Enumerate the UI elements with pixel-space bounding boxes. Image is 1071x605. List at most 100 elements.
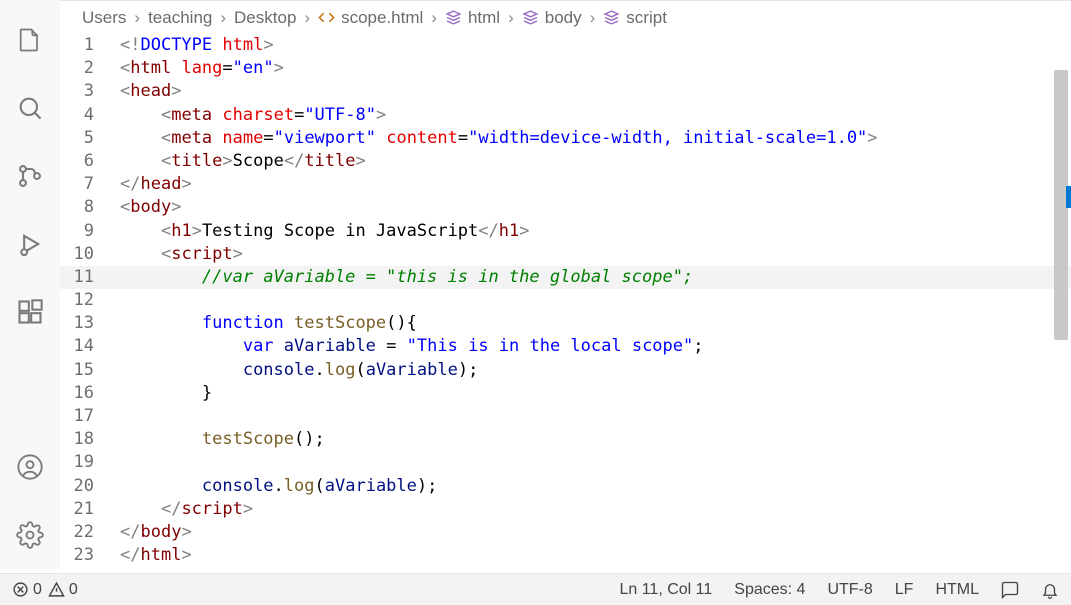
activity-bar xyxy=(0,0,60,569)
line-number: 12 xyxy=(60,289,120,312)
code-line[interactable]: 5 <meta name="viewport" content="width=d… xyxy=(60,127,1071,150)
debug-icon[interactable] xyxy=(8,222,52,266)
code-content: console.log(aVariable); xyxy=(120,475,437,498)
code-line[interactable]: 13 function testScope(){ xyxy=(60,312,1071,335)
line-number: 3 xyxy=(60,80,120,103)
code-line[interactable]: 19 xyxy=(60,451,1071,474)
code-content xyxy=(120,289,202,312)
breadcrumb-separator-icon: › xyxy=(304,8,310,28)
code-content: function testScope(){ xyxy=(120,312,417,335)
code-line[interactable]: 18 testScope(); xyxy=(60,428,1071,451)
line-number: 19 xyxy=(60,451,120,474)
code-content: <head> xyxy=(120,80,181,103)
encoding[interactable]: UTF-8 xyxy=(827,581,872,599)
line-number: 2 xyxy=(60,57,120,80)
code-line[interactable]: 9 <h1>Testing Scope in JavaScript</h1> xyxy=(60,220,1071,243)
code-content: <h1>Testing Scope in JavaScript</h1> xyxy=(120,220,530,243)
code-content: <body> xyxy=(120,196,181,219)
line-number: 5 xyxy=(60,127,120,150)
code-line[interactable]: 15 console.log(aVariable); xyxy=(60,359,1071,382)
code-editor[interactable]: 1<!DOCTYPE html>2<html lang="en">3<head>… xyxy=(60,34,1071,569)
search-icon[interactable] xyxy=(8,86,52,130)
line-number: 8 xyxy=(60,196,120,219)
problems-warnings[interactable]: 0 xyxy=(48,581,78,599)
line-number: 6 xyxy=(60,150,120,173)
breadcrumb-label: script xyxy=(626,8,667,28)
line-number: 4 xyxy=(60,104,120,127)
code-content: </html> xyxy=(120,544,192,567)
code-content: //var aVariable = "this is in the global… xyxy=(120,266,693,289)
code-line[interactable]: 20 console.log(aVariable); xyxy=(60,475,1071,498)
line-number: 7 xyxy=(60,173,120,196)
breadcrumb-separator-icon: › xyxy=(590,8,596,28)
code-line[interactable]: 22</body> xyxy=(60,521,1071,544)
line-number: 16 xyxy=(60,382,120,405)
breadcrumb-label: Desktop xyxy=(234,8,296,28)
overview-ruler-marker xyxy=(1066,186,1071,208)
code-line[interactable]: 4 <meta charset="UTF-8"> xyxy=(60,104,1071,127)
extensions-icon[interactable] xyxy=(8,290,52,334)
code-line[interactable]: 10 <script> xyxy=(60,243,1071,266)
code-line[interactable]: 21 </script> xyxy=(60,498,1071,521)
accounts-icon[interactable] xyxy=(8,445,52,489)
line-number: 15 xyxy=(60,359,120,382)
line-number: 21 xyxy=(60,498,120,521)
code-line[interactable]: 8<body> xyxy=(60,196,1071,219)
breadcrumb-item[interactable]: script xyxy=(603,8,667,28)
code-content: testScope(); xyxy=(120,428,325,451)
indentation[interactable]: Spaces: 4 xyxy=(734,581,805,599)
code-content: <meta charset="UTF-8"> xyxy=(120,104,386,127)
line-number: 18 xyxy=(60,428,120,451)
breadcrumb-item[interactable]: body xyxy=(522,8,582,28)
source-control-icon[interactable] xyxy=(8,154,52,198)
code-content: } xyxy=(120,382,212,405)
code-line[interactable]: 3<head> xyxy=(60,80,1071,103)
notifications-bell-icon[interactable] xyxy=(1041,581,1059,599)
code-line[interactable]: 16 } xyxy=(60,382,1071,405)
editor-area: Users › teaching › Desktop › scope.html › html › b… xyxy=(60,0,1071,569)
code-line[interactable]: 7</head> xyxy=(60,173,1071,196)
breadcrumb-separator-icon: › xyxy=(508,8,514,28)
explorer-icon[interactable] xyxy=(8,18,52,62)
code-line[interactable]: 23</html> xyxy=(60,544,1071,567)
feedback-icon[interactable] xyxy=(1001,581,1019,599)
code-line[interactable]: 14 var aVariable = "This is in the local… xyxy=(60,335,1071,358)
breadcrumb-label: body xyxy=(545,8,582,28)
line-number: 10 xyxy=(60,243,120,266)
language-mode[interactable]: HTML xyxy=(935,581,979,599)
code-line[interactable]: 11 //var aVariable = "this is in the glo… xyxy=(60,266,1071,289)
line-number: 22 xyxy=(60,521,120,544)
code-content: <html lang="en"> xyxy=(120,57,284,80)
code-content: console.log(aVariable); xyxy=(120,359,478,382)
breadcrumb-item[interactable]: html xyxy=(445,8,500,28)
symbol-icon xyxy=(522,9,539,26)
line-number: 9 xyxy=(60,220,120,243)
breadcrumb-separator-icon: › xyxy=(431,8,437,28)
line-number: 1 xyxy=(60,34,120,57)
cursor-position[interactable]: Ln 11, Col 11 xyxy=(619,581,712,599)
breadcrumb-separator-icon: › xyxy=(220,8,226,28)
code-content xyxy=(120,451,202,474)
symbol-icon xyxy=(603,9,620,26)
line-number: 13 xyxy=(60,312,120,335)
code-content xyxy=(120,405,202,428)
breadcrumb-item[interactable]: Desktop xyxy=(234,8,296,28)
settings-gear-icon[interactable] xyxy=(8,513,52,557)
breadcrumb-item[interactable]: Users xyxy=(82,8,126,28)
code-content: <title>Scope</title> xyxy=(120,150,366,173)
code-line[interactable]: 6 <title>Scope</title> xyxy=(60,150,1071,173)
eol[interactable]: LF xyxy=(895,581,914,599)
error-count: 0 xyxy=(33,581,42,599)
code-line[interactable]: 17 xyxy=(60,405,1071,428)
problems-errors[interactable]: 0 xyxy=(12,581,42,599)
code-line[interactable]: 2<html lang="en"> xyxy=(60,57,1071,80)
code-line[interactable]: 12 xyxy=(60,289,1071,312)
breadcrumb-separator-icon: › xyxy=(134,8,140,28)
breadcrumb[interactable]: Users › teaching › Desktop › scope.html › html › b… xyxy=(60,0,1071,34)
code-content: <!DOCTYPE html> xyxy=(120,34,274,57)
code-content: var aVariable = "This is in the local sc… xyxy=(120,335,704,358)
code-content: </body> xyxy=(120,521,192,544)
breadcrumb-item[interactable]: scope.html xyxy=(318,8,423,28)
breadcrumb-item[interactable]: teaching xyxy=(148,8,212,28)
code-line[interactable]: 1<!DOCTYPE html> xyxy=(60,34,1071,57)
